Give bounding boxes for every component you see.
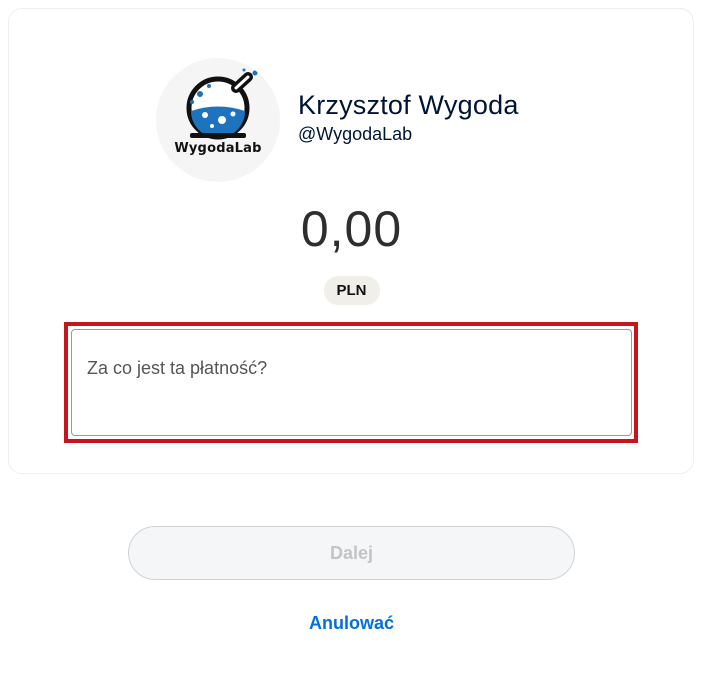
currency-container: PLN <box>0 276 703 305</box>
recipient-identity: Krzysztof Wygoda @WygodaLab <box>298 88 519 145</box>
payment-page: WygodaLab Krzysztof Wygoda @WygodaLab 0,… <box>0 0 703 684</box>
currency-badge[interactable]: PLN <box>323 276 380 305</box>
next-button[interactable]: Dalej <box>128 526 575 580</box>
avatar: WygodaLab <box>156 58 280 182</box>
recipient-name: Krzysztof Wygoda <box>298 89 519 120</box>
payment-note-input[interactable] <box>71 329 632 436</box>
recipient-handle: @WygodaLab <box>298 123 413 144</box>
recipient-profile: WygodaLab Krzysztof Wygoda @WygodaLab <box>156 58 519 182</box>
flask-logo-icon <box>186 68 258 140</box>
logo-text: WygodaLab <box>174 141 262 156</box>
cancel-link[interactable]: Anulować <box>0 613 703 634</box>
amount-display[interactable]: 0,00 <box>0 200 703 258</box>
